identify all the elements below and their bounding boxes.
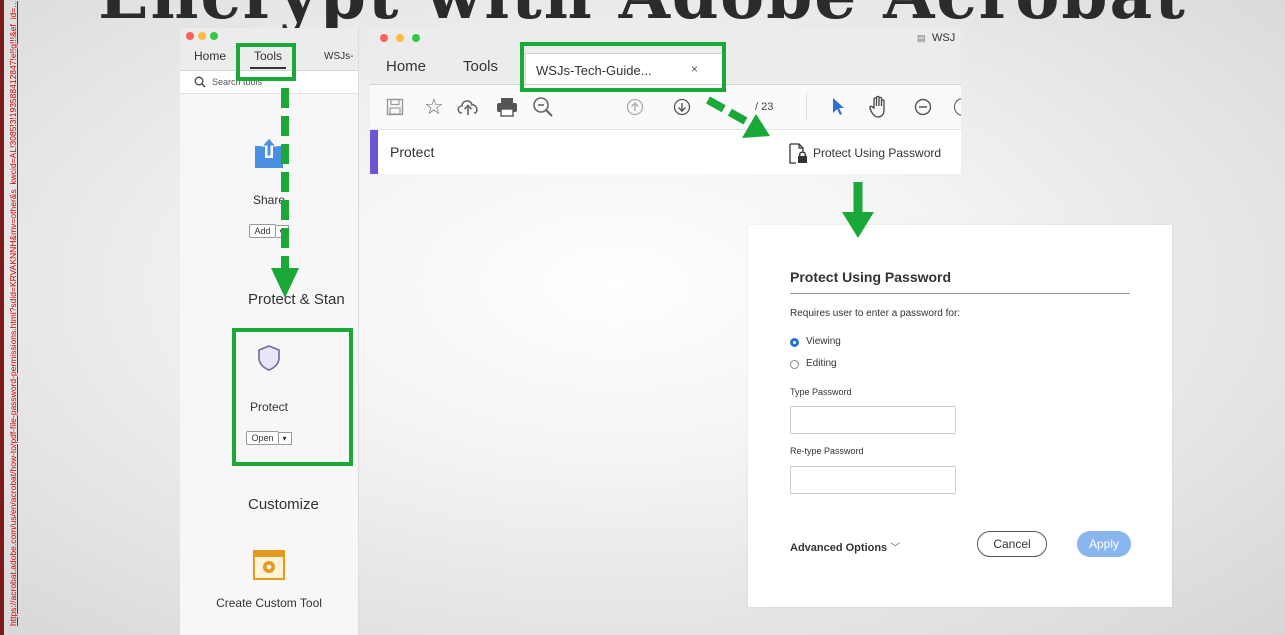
arrow-to-dialog-head — [842, 212, 874, 238]
arrow-tools-to-protect-head — [271, 268, 299, 298]
annotation-arrows — [271, 88, 874, 298]
